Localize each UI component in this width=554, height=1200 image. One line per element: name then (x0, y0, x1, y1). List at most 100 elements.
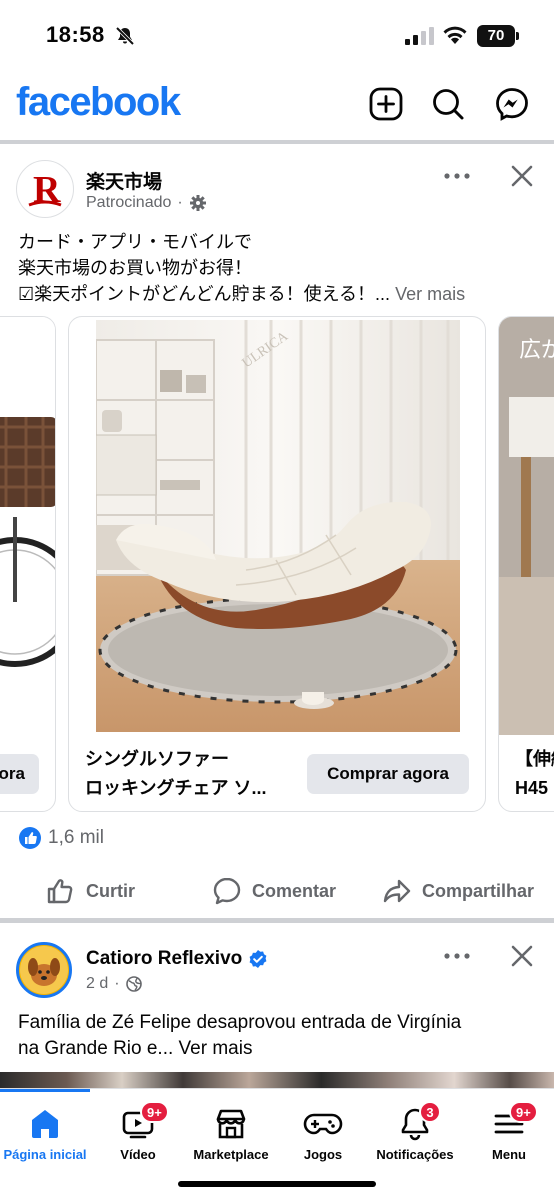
product-image-table: 広が (499, 317, 554, 735)
reactions-count: 1,6 mil (48, 827, 104, 848)
post2-text-line-2: na Grande Rio e... Ver mais (18, 1036, 543, 1062)
shop-now-button[interactable]: Comprar agora (307, 754, 469, 794)
ad-text-line-3: ☑楽天ポイントがどんどん貯まる！使える！... Ver mais (18, 281, 538, 307)
nav-label: Notificações (376, 1147, 454, 1162)
meta-dot: · (114, 975, 120, 992)
nav-menu[interactable]: 9+ Menu (464, 1089, 554, 1169)
search-icon (433, 89, 464, 120)
home-icon (25, 1105, 65, 1143)
table-overlay-text: 広が (519, 338, 554, 363)
post2-text-line-2-body: na Grande Rio e... (18, 1038, 174, 1059)
nav-label: Menu (492, 1147, 526, 1162)
table-image: 広が (499, 317, 554, 735)
video-icon: 9+ (118, 1101, 169, 1143)
like-button[interactable]: Curtir (46, 868, 135, 914)
bicycle-image (0, 417, 55, 667)
card-cta-button[interactable]: ora (0, 754, 39, 794)
carousel-card-bicycle[interactable]: ora (0, 316, 56, 812)
ad-see-more-link[interactable]: Ver mais (395, 284, 465, 304)
sponsored-label: Patrocinado (86, 194, 172, 211)
close-icon (511, 945, 533, 967)
menu-icon: 9+ (489, 1101, 538, 1143)
marketplace-icon (211, 1105, 251, 1143)
nav-label: Marketplace (193, 1147, 269, 1162)
ad-body-text: カード・アプリ・モバイルで 楽天市場のお買い物がお得！ ☑楽天ポイントがどんどん… (18, 229, 538, 307)
post2-hide-button[interactable] (508, 942, 536, 970)
ad-text-line-3-body: ☑楽天ポイントがどんどん貯まる！使える！... (18, 284, 391, 304)
ad-hide-button[interactable] (508, 162, 536, 190)
post-actions: Curtir Comentar Compartilhar (0, 868, 554, 914)
gamepad-icon (303, 1105, 343, 1143)
battery-tip (516, 32, 519, 40)
post2-author[interactable]: Catioro Reflexivo (86, 948, 268, 970)
status-bar: 18:58 70 (0, 0, 554, 72)
reactions-summary[interactable]: 1,6 mil (18, 826, 104, 850)
post2-body-text: Família de Zé Felipe desaprovou entrada … (18, 1010, 543, 1062)
nav-games[interactable]: Jogos (278, 1089, 368, 1169)
bell-muted-icon (115, 26, 135, 51)
gear-icon (189, 195, 206, 211)
status-time: 18:58 (46, 22, 105, 47)
thumbs-up-icon (47, 879, 73, 904)
rakuten-logo-icon: R (28, 169, 62, 209)
product-carousel[interactable]: ora ULRICA シングルソファー ロッキングチェア ソ... Compra… (0, 316, 554, 813)
nav-home[interactable]: Página inicial (0, 1089, 90, 1169)
carousel-card-sofa[interactable]: ULRICA シングルソファー ロッキングチェア ソ... Comprar ag… (68, 316, 486, 812)
facebook-logo[interactable]: facebook (16, 80, 181, 125)
signal-icon (404, 26, 434, 51)
share-button[interactable]: Compartilhar (382, 868, 534, 914)
carousel-card-table[interactable]: 広が 【伸縮 H45 (498, 316, 554, 812)
messenger-button[interactable] (494, 86, 530, 122)
ad-text-line: カード・アプリ・モバイルで (18, 232, 252, 252)
meta-dot: · (177, 194, 183, 211)
post2-meta: 2 d · (86, 975, 142, 993)
card-title-table[interactable]: 【伸縮 H45 (515, 745, 554, 803)
ad-meta: Patrocinado · (86, 194, 207, 212)
rakuten-avatar[interactable]: R (16, 160, 74, 218)
app-header: facebook (0, 72, 554, 144)
post2-header: Catioro Reflexivo 2 d · (0, 940, 554, 1000)
ad-post-header: R 楽天市場 Patrocinado · (0, 160, 554, 220)
share-label: Compartilhar (422, 880, 535, 901)
nav-notifications[interactable]: 3 Notificações (368, 1089, 462, 1169)
globe-icon (125, 976, 142, 992)
create-post-button[interactable] (368, 86, 404, 122)
more-dots-icon (444, 173, 470, 179)
close-icon (511, 165, 533, 187)
wifi-icon (442, 24, 468, 51)
nav-video[interactable]: 9+ Vídeo (93, 1089, 183, 1169)
card-title-line: シングルソファー (85, 749, 229, 769)
search-button[interactable] (430, 86, 466, 122)
plus-square-icon (369, 87, 403, 121)
ad-more-options-button[interactable] (442, 164, 472, 188)
notification-bell-icon: 3 (395, 1101, 441, 1143)
post-divider (0, 918, 554, 923)
notification-badge: 3 (419, 1101, 441, 1123)
card-title-sofa[interactable]: シングルソファー ロッキングチェア ソ... (85, 745, 305, 803)
nav-label: Vídeo (120, 1147, 156, 1162)
battery-level: 70 (477, 25, 515, 47)
nav-label: Página inicial (3, 1147, 87, 1162)
card-title-line: H45 (515, 778, 549, 798)
comment-button[interactable]: Comentar (212, 868, 336, 914)
nav-marketplace[interactable]: Marketplace (186, 1089, 276, 1169)
post2-text-line: Família de Zé Felipe desaprovou entrada … (18, 1012, 462, 1033)
notification-badge: 9+ (140, 1101, 169, 1123)
card-title-line: 【伸縮 (515, 749, 554, 769)
ad-text-line: 楽天市場のお買い物がお得！ (18, 258, 252, 278)
ad-author-name[interactable]: 楽天市場 (86, 167, 162, 194)
like-label: Curtir (86, 880, 135, 901)
comment-label: Comentar (252, 880, 337, 901)
home-indicator[interactable] (178, 1181, 376, 1187)
share-icon (383, 879, 411, 903)
post2-more-options-button[interactable] (442, 944, 472, 968)
post2-time[interactable]: 2 d (86, 975, 108, 993)
like-reaction-icon (19, 827, 41, 849)
rocking-sofa-image: ULRICA (96, 320, 460, 732)
post2-see-more-link[interactable]: Ver mais (179, 1038, 253, 1059)
notification-badge: 9+ (509, 1101, 538, 1123)
verified-badge-icon (249, 950, 267, 968)
card-title-line: ロッキングチェア ソ... (85, 778, 267, 798)
comment-icon (213, 877, 241, 905)
catioro-avatar[interactable] (16, 942, 72, 998)
